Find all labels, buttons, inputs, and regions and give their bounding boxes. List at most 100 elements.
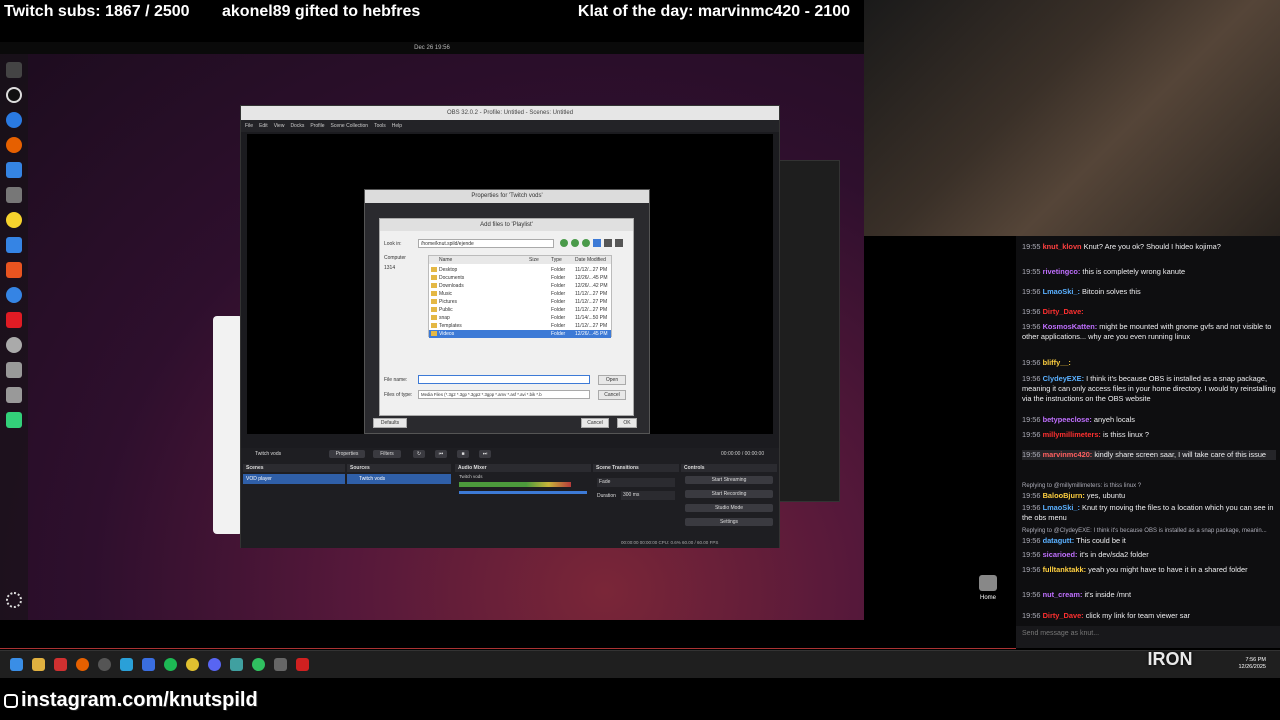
- dialog-cancel-button[interactable]: Cancel: [598, 390, 626, 400]
- app-icon[interactable]: [142, 658, 155, 671]
- file-row[interactable]: snap Folder 11/14/...50 PM: [429, 314, 611, 322]
- look-in-label: Look in:: [384, 241, 402, 247]
- app5-icon[interactable]: [296, 658, 309, 671]
- forward-icon[interactable]: [571, 239, 579, 247]
- sources-dock-header[interactable]: Sources: [347, 464, 451, 472]
- app3-icon[interactable]: [252, 658, 265, 671]
- home-folder-desktop-icon[interactable]: Home: [978, 575, 998, 605]
- disc-icon[interactable]: [6, 337, 22, 353]
- folder-icon: [431, 331, 437, 336]
- background-window[interactable]: [213, 316, 243, 534]
- firefox-icon[interactable]: [76, 658, 89, 671]
- rhythmbox-icon[interactable]: [6, 212, 22, 228]
- properties-button[interactable]: Properties: [329, 450, 365, 458]
- menu-tools[interactable]: Tools: [374, 120, 386, 132]
- menu-file[interactable]: File: [245, 120, 253, 132]
- chat-message: Replying to @millymillimeters: is thiss …: [1022, 483, 1142, 500]
- gnome-clock[interactable]: Dec 26 19:56: [414, 45, 450, 51]
- trash-icon[interactable]: [6, 412, 22, 428]
- transition-select[interactable]: Fade: [597, 478, 675, 487]
- obs-icon[interactable]: [98, 658, 111, 671]
- settings-button[interactable]: Settings: [685, 518, 773, 526]
- discord-icon[interactable]: [208, 658, 221, 671]
- up-icon[interactable]: [582, 239, 590, 247]
- app4-icon[interactable]: [274, 658, 287, 671]
- back-icon[interactable]: [560, 239, 568, 247]
- file-row[interactable]: Music Folder 11/12/...27 PM: [429, 290, 611, 298]
- menu-help[interactable]: Help: [392, 120, 402, 132]
- obs-title-bar[interactable]: OBS 32.0.2 - Profile: Untitled - Scenes:…: [241, 106, 779, 120]
- duration-input[interactable]: 300 ms: [621, 491, 675, 500]
- thunderbird-icon[interactable]: [6, 162, 22, 178]
- menu-edit[interactable]: Edit: [259, 120, 268, 132]
- studio-mode-button[interactable]: Studio Mode: [685, 504, 773, 512]
- controls-dock-header[interactable]: Controls: [681, 464, 777, 472]
- files-icon[interactable]: [6, 187, 22, 203]
- brave-icon[interactable]: [54, 658, 67, 671]
- gnome-top-bar[interactable]: Dec 26 19:56: [0, 42, 864, 54]
- defaults-button[interactable]: Defaults: [373, 418, 407, 428]
- anydesk-icon[interactable]: [6, 312, 22, 328]
- show-apps-icon[interactable]: [6, 592, 22, 608]
- telegram-icon[interactable]: [120, 658, 133, 671]
- dialog-title[interactable]: Add files to 'Playlist': [380, 219, 633, 231]
- drive-icon[interactable]: [6, 362, 22, 378]
- scenes-dock-header[interactable]: Scenes: [243, 464, 345, 472]
- place-home[interactable]: 1314: [384, 265, 426, 275]
- app-center-icon[interactable]: [6, 262, 22, 278]
- explorer-icon[interactable]: [32, 658, 45, 671]
- writer-icon[interactable]: [6, 237, 22, 253]
- volume-slider[interactable]: [459, 491, 587, 494]
- look-in-combo[interactable]: /home/knut.spild/ejende: [418, 239, 554, 248]
- start-streaming-button[interactable]: Start Streaming: [685, 476, 773, 484]
- obs-icon[interactable]: [6, 87, 22, 103]
- open-button[interactable]: Open: [598, 375, 626, 385]
- chromium-icon[interactable]: [6, 112, 22, 128]
- scene-item[interactable]: VOD player: [243, 474, 345, 484]
- taskbar-clock[interactable]: 7:56 PM 12/26/2025: [1238, 657, 1266, 671]
- restart-icon[interactable]: ↻: [413, 450, 425, 458]
- props-ok-button[interactable]: OK: [617, 418, 637, 428]
- background-dark-window[interactable]: [778, 160, 840, 502]
- menu-view[interactable]: View: [274, 120, 285, 132]
- next-icon[interactable]: ⏭: [479, 450, 491, 458]
- start-icon[interactable]: [10, 658, 23, 671]
- new-folder-icon[interactable]: [593, 239, 601, 247]
- file-row[interactable]: Documents Folder 12/26/...45 PM: [429, 274, 611, 282]
- place-computer[interactable]: Computer: [384, 255, 426, 265]
- file-row[interactable]: Public Folder 11/12/...27 PM: [429, 306, 611, 314]
- file-row[interactable]: Pictures Folder 11/12/...27 PM: [429, 298, 611, 306]
- help-icon[interactable]: [6, 287, 22, 303]
- spotify-icon[interactable]: [164, 658, 177, 671]
- file-row[interactable]: Templates Folder 11/12/...27 PM: [429, 322, 611, 330]
- col-date[interactable]: Date Modified: [575, 256, 606, 264]
- mixer-dock-header[interactable]: Audio Mixer: [455, 464, 591, 472]
- list-view-icon[interactable]: [604, 239, 612, 247]
- transitions-dock-header[interactable]: Scene Transitions: [593, 464, 679, 472]
- menu-docks[interactable]: Docks: [290, 120, 304, 132]
- chrome-icon[interactable]: [186, 658, 199, 671]
- file-row-selected[interactable]: Videos Folder 12/26/...45 PM: [429, 330, 611, 338]
- detail-view-icon[interactable]: [615, 239, 623, 247]
- source-item[interactable]: Twitch vods: [347, 474, 451, 484]
- file-type-combo[interactable]: Media Files (*.3g2 *.3gp *.3gp2 *.3gpp *…: [418, 390, 590, 399]
- col-size[interactable]: Size: [529, 256, 539, 264]
- file-name-input[interactable]: [418, 375, 590, 384]
- start-recording-button[interactable]: Start Recording: [685, 490, 773, 498]
- stop-icon[interactable]: ■: [457, 450, 469, 458]
- previous-icon[interactable]: ⏮: [435, 450, 447, 458]
- volume-meter: [459, 482, 571, 487]
- terminal-icon[interactable]: [6, 62, 22, 78]
- filters-button[interactable]: Filters: [373, 450, 401, 458]
- file-row[interactable]: Downloads Folder 12/26/...42 PM: [429, 282, 611, 290]
- col-type[interactable]: Type: [551, 256, 562, 264]
- col-name[interactable]: Name: [439, 256, 452, 264]
- file-row[interactable]: Desktop Folder 11/12/...27 PM: [429, 266, 611, 274]
- props-cancel-button[interactable]: Cancel: [581, 418, 609, 428]
- drive2-icon[interactable]: [6, 387, 22, 403]
- properties-title[interactable]: Properties for 'Twitch vods': [365, 190, 649, 203]
- firefox-icon[interactable]: [6, 137, 22, 153]
- app2-icon[interactable]: [230, 658, 243, 671]
- menu-profile[interactable]: Profile: [310, 120, 324, 132]
- menu-scene-collection[interactable]: Scene Collection: [331, 120, 369, 132]
